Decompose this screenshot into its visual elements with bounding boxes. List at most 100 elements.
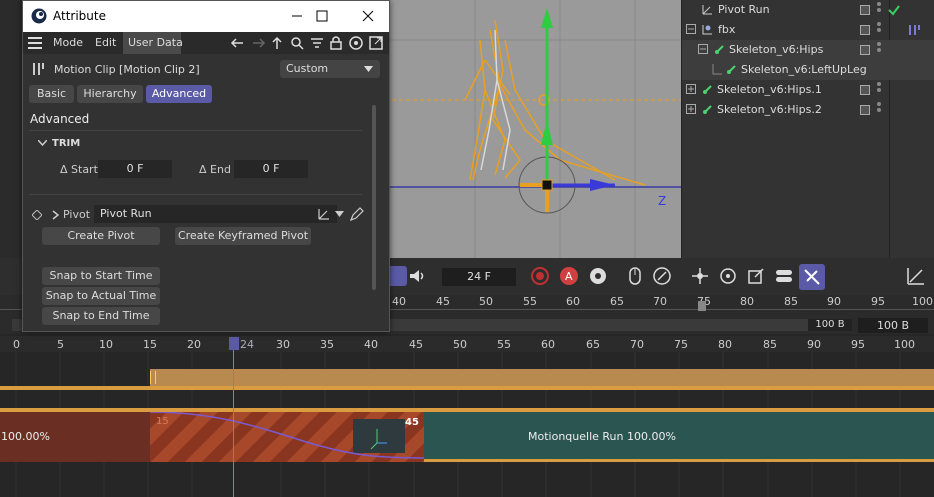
object-manager: Pivot Run fbx Skeleton_v6:Hips Skeleton_… bbox=[681, 0, 934, 258]
collapse-icon[interactable] bbox=[698, 44, 709, 55]
joint-icon bbox=[727, 65, 736, 74]
object-row-fbx[interactable]: fbx bbox=[682, 20, 934, 40]
ruler-label: 60 bbox=[541, 338, 555, 351]
checkmark-icon[interactable] bbox=[888, 4, 900, 16]
ruler-label: 100 bbox=[894, 338, 915, 351]
snap-start-button[interactable]: Snap to Start Time bbox=[42, 267, 160, 285]
motion-clip-track[interactable] bbox=[150, 369, 934, 386]
end-offset-field[interactable]: 0 F bbox=[234, 160, 308, 178]
forward-arrow-icon[interactable] bbox=[252, 37, 266, 49]
lower-ruler[interactable]: 0 5 10 15 20 24 30 35 40 45 50 55 60 65 … bbox=[0, 336, 934, 352]
object-row-pivot-run[interactable]: Pivot Run bbox=[682, 0, 934, 20]
snap-end-button[interactable]: Snap to End Time bbox=[42, 307, 160, 325]
target-icon[interactable] bbox=[349, 36, 363, 50]
minimize-icon[interactable] bbox=[290, 9, 304, 23]
chevron-down-icon[interactable] bbox=[335, 211, 344, 217]
visibility-dots-icon[interactable] bbox=[877, 102, 881, 118]
trim-group-label: TRIM bbox=[52, 138, 81, 149]
edit-icon[interactable] bbox=[860, 25, 870, 35]
edit-icon[interactable] bbox=[860, 5, 870, 15]
clip-underline bbox=[424, 459, 934, 462]
ruler-label: 24 bbox=[240, 338, 254, 351]
autokey-icon[interactable]: A bbox=[559, 266, 579, 286]
ruler-label: 70 bbox=[653, 295, 667, 308]
max-frame-field[interactable]: 100 B bbox=[858, 318, 928, 333]
current-frame-field[interactable]: 24 F bbox=[442, 268, 516, 286]
ruler-label: 70 bbox=[630, 338, 644, 351]
search-icon[interactable] bbox=[290, 36, 304, 50]
chevron-right-icon[interactable] bbox=[52, 210, 59, 220]
edit-icon[interactable] bbox=[860, 45, 870, 55]
preset-dropdown[interactable]: Custom bbox=[280, 60, 380, 78]
fcurve-icon[interactable] bbox=[906, 266, 926, 286]
tab-basic[interactable]: Basic bbox=[29, 85, 74, 103]
scrollbar[interactable] bbox=[372, 105, 376, 290]
range-end-field[interactable]: 100 B bbox=[808, 319, 852, 331]
expand-icon[interactable] bbox=[686, 104, 697, 115]
create-pivot-button[interactable]: Create Pivot bbox=[42, 227, 160, 245]
pick-pen-icon[interactable] bbox=[349, 206, 365, 222]
create-keyframed-pivot-button[interactable]: Create Keyframed Pivot bbox=[175, 227, 311, 245]
clip-run[interactable]: Motionquelle Run 100.00% bbox=[424, 412, 934, 462]
tab-advanced[interactable]: Advanced bbox=[146, 85, 212, 103]
keyframe-settings-icon[interactable] bbox=[588, 266, 608, 286]
new-window-icon[interactable] bbox=[369, 36, 383, 50]
toggle-icon[interactable] bbox=[774, 266, 794, 286]
tab-hierarchy[interactable]: Hierarchy bbox=[77, 85, 143, 103]
record-icon[interactable] bbox=[387, 266, 407, 286]
back-arrow-icon[interactable] bbox=[230, 37, 244, 49]
visibility-dots-icon[interactable] bbox=[877, 2, 881, 18]
motion-timeline[interactable]: 100 B 100 B 0 5 10 15 20 24 30 35 40 45 … bbox=[0, 316, 934, 497]
scale-keys-icon[interactable] bbox=[746, 266, 766, 286]
start-offset-field[interactable]: 0 F bbox=[98, 160, 172, 178]
rotate-keys-icon[interactable] bbox=[718, 266, 738, 286]
snap-button[interactable] bbox=[799, 264, 825, 290]
edit-icon[interactable] bbox=[860, 105, 870, 115]
maximize-icon[interactable] bbox=[315, 9, 329, 23]
record-keys-icon[interactable] bbox=[530, 266, 550, 286]
pivot-link-field[interactable]: Pivot Run bbox=[94, 205, 337, 223]
tree-branch-icon bbox=[712, 64, 722, 75]
move-keys-icon[interactable] bbox=[690, 266, 710, 286]
filter-icon[interactable] bbox=[310, 36, 324, 50]
object-row-hips-2[interactable]: Skeleton_v6:Hips.2 bbox=[682, 100, 934, 120]
object-row-hips[interactable]: Skeleton_v6:Hips bbox=[682, 40, 934, 60]
visibility-dots-icon[interactable] bbox=[877, 22, 881, 38]
clip-left[interactable]: 100.00% bbox=[0, 412, 150, 462]
object-row-leftupleg[interactable]: Skeleton_v6:LeftUpLeg bbox=[682, 60, 934, 80]
ruler-label: 95 bbox=[871, 295, 885, 308]
visibility-dots-icon[interactable] bbox=[877, 82, 881, 98]
motion-tag-icon[interactable] bbox=[908, 23, 922, 37]
object-label: fbx bbox=[718, 23, 736, 36]
edit-icon[interactable] bbox=[860, 85, 870, 95]
sound-icon[interactable] bbox=[407, 266, 427, 286]
divider bbox=[29, 130, 362, 131]
visibility-dots-icon[interactable] bbox=[877, 42, 881, 58]
null-object-icon[interactable] bbox=[317, 207, 331, 221]
keyframe-diamond-icon[interactable] bbox=[32, 210, 42, 220]
attribute-window: Attribute Mode Edit User Data Motion Cli… bbox=[22, 0, 390, 332]
collapse-icon[interactable] bbox=[686, 24, 697, 35]
menu-edit[interactable]: Edit bbox=[95, 36, 116, 49]
end-label: Δ End bbox=[199, 163, 231, 176]
lock-icon[interactable] bbox=[330, 35, 342, 50]
object-row-hips-1[interactable]: Skeleton_v6:Hips.1 bbox=[682, 80, 934, 100]
close-icon[interactable] bbox=[361, 9, 375, 23]
chevron-down-icon[interactable] bbox=[38, 140, 47, 147]
ruler-label: 35 bbox=[320, 338, 334, 351]
menu-mode[interactable]: Mode bbox=[53, 36, 83, 49]
playhead-line bbox=[233, 350, 234, 497]
blend-curve bbox=[150, 412, 424, 459]
playhead-handle[interactable] bbox=[229, 337, 239, 350]
menu-user-data[interactable]: User Data bbox=[128, 36, 183, 49]
3d-viewport[interactable]: Z bbox=[385, 0, 681, 258]
mouse-icon[interactable] bbox=[625, 266, 645, 286]
title-bar[interactable]: Attribute bbox=[23, 1, 389, 32]
snap-actual-button[interactable]: Snap to Actual Time bbox=[42, 287, 160, 305]
expand-icon[interactable] bbox=[686, 84, 697, 95]
clip-handle-icon[interactable] bbox=[150, 371, 156, 384]
up-arrow-icon[interactable] bbox=[271, 36, 283, 50]
motion-path-icon[interactable] bbox=[652, 266, 672, 286]
playhead-marker[interactable] bbox=[698, 301, 706, 311]
hamburger-menu-icon[interactable] bbox=[28, 37, 42, 49]
